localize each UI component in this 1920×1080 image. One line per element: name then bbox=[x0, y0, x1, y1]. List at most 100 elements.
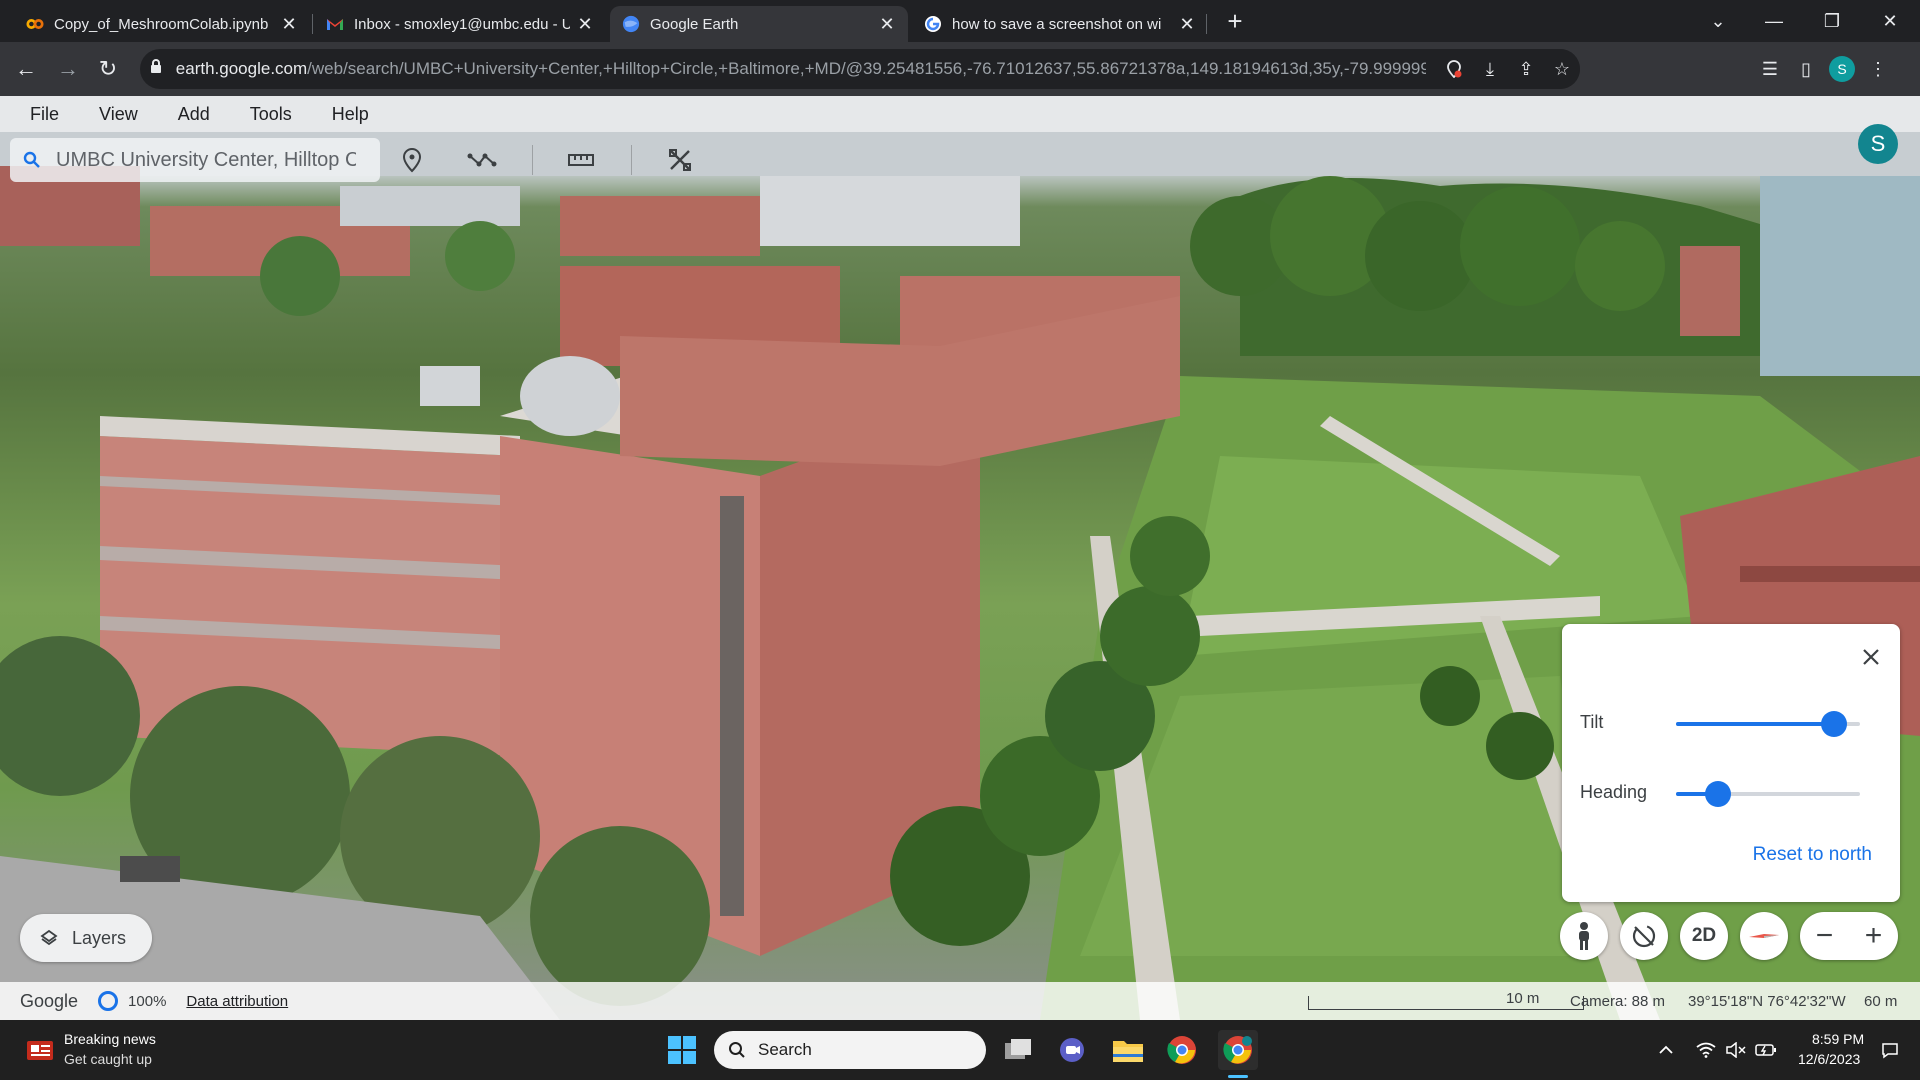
menu-file[interactable]: File bbox=[30, 104, 59, 125]
address-bar[interactable]: earth.google.com/web/search/UMBC+Univers… bbox=[140, 49, 1580, 89]
tilt-toggle-button[interactable] bbox=[1620, 912, 1668, 960]
zoom-controls: − + bbox=[1800, 912, 1898, 960]
reload-button[interactable]: ↻ bbox=[94, 55, 122, 83]
tilt-slider-handle[interactable] bbox=[1821, 711, 1848, 737]
teams-chat-icon[interactable] bbox=[1052, 1030, 1092, 1070]
chrome-icon[interactable] bbox=[1162, 1030, 1202, 1070]
scale-bar bbox=[1308, 996, 1584, 1010]
install-app-icon[interactable]: ⤓ bbox=[1472, 51, 1508, 87]
earth-profile-avatar[interactable]: S bbox=[1858, 124, 1898, 164]
tab-colab[interactable]: Copy_of_MeshroomColab.ipynb ✕ bbox=[14, 6, 310, 42]
compass-button[interactable] bbox=[1740, 912, 1788, 960]
heading-slider-handle[interactable] bbox=[1705, 781, 1732, 807]
earth-toolbar bbox=[392, 140, 730, 180]
chrome-profile-active-icon[interactable] bbox=[1218, 1030, 1258, 1070]
notifications-icon[interactable] bbox=[1870, 1030, 1910, 1070]
search-icon[interactable] bbox=[10, 151, 54, 169]
earth-search-box bbox=[10, 138, 380, 182]
bookmark-star-icon[interactable]: ☆ bbox=[1544, 51, 1580, 87]
browser-tab-strip: Copy_of_MeshroomColab.ipynb ✕ Inbox - sm… bbox=[0, 0, 1920, 42]
task-view-icon[interactable] bbox=[998, 1030, 1038, 1070]
tab-google-search[interactable]: how to save a screenshot on wi ✕ bbox=[912, 6, 1208, 42]
menu-add[interactable]: Add bbox=[178, 104, 210, 125]
view-2d-button[interactable]: 2D bbox=[1680, 912, 1728, 960]
search-input[interactable] bbox=[54, 147, 358, 173]
menu-tools[interactable]: Tools bbox=[250, 104, 292, 125]
news-subtitle: Get caught up bbox=[64, 1051, 152, 1067]
media-controls-icon[interactable]: ☰ bbox=[1752, 51, 1788, 87]
layers-button[interactable]: Layers bbox=[20, 914, 152, 962]
active-app-indicator bbox=[1228, 1075, 1248, 1078]
measure-ruler-icon[interactable] bbox=[561, 140, 601, 180]
menu-help[interactable]: Help bbox=[332, 104, 369, 125]
elevation: 60 m bbox=[1864, 993, 1898, 1010]
tab-search-chevron-icon[interactable]: ⌄ bbox=[1694, 0, 1742, 42]
close-tab-icon[interactable]: ✕ bbox=[878, 14, 896, 35]
google-logo: Google bbox=[20, 990, 79, 1011]
side-panel-icon[interactable]: ▯ bbox=[1788, 51, 1824, 87]
file-explorer-icon[interactable] bbox=[1108, 1030, 1148, 1070]
windows-start-icon[interactable] bbox=[662, 1030, 702, 1070]
profile-avatar: S bbox=[1829, 56, 1855, 82]
heading-label: Heading bbox=[1580, 782, 1648, 802]
tab-divider bbox=[312, 14, 313, 34]
close-tab-icon[interactable]: ✕ bbox=[280, 14, 298, 35]
tilt-heading-panel: Tilt Heading Reset to north bbox=[1562, 624, 1900, 902]
close-window-button[interactable]: ✕ bbox=[1866, 0, 1914, 42]
tilt-label: Tilt bbox=[1580, 712, 1604, 732]
cursor-coordinates: 39°15'18"N 76°42'32"W bbox=[1688, 993, 1846, 1010]
zoom-out-button[interactable]: − bbox=[1800, 912, 1849, 960]
back-button[interactable]: ← bbox=[12, 55, 40, 83]
tilt-slider[interactable] bbox=[1676, 711, 1860, 737]
pegman-street-view-button[interactable] bbox=[1560, 912, 1608, 960]
data-attribution-link[interactable]: Data attribution bbox=[186, 993, 288, 1010]
load-percentage: 100% bbox=[128, 992, 167, 1010]
tilt-tools-icon[interactable] bbox=[660, 140, 700, 180]
close-tab-icon[interactable]: ✕ bbox=[576, 14, 594, 35]
chevron-up-icon[interactable] bbox=[1646, 1030, 1686, 1070]
layers-icon bbox=[40, 929, 58, 947]
tab-google-earth[interactable]: Google Earth ✕ bbox=[610, 6, 908, 42]
add-placemark-icon[interactable] bbox=[392, 140, 432, 180]
more-options-icon[interactable]: ⋮ bbox=[1860, 51, 1896, 87]
layers-label: Layers bbox=[72, 927, 127, 948]
restore-button[interactable]: ❐ bbox=[1808, 0, 1856, 42]
tab-title: Inbox - smoxley1@umbc.edu - U bbox=[354, 15, 570, 33]
clock-time[interactable]: 8:59 PM bbox=[1812, 1031, 1864, 1047]
earth-menu-bar: File View Add Tools Help bbox=[0, 96, 1920, 132]
heading-slider[interactable] bbox=[1676, 781, 1860, 807]
location-blocked-icon[interactable] bbox=[1436, 51, 1472, 87]
clock-date[interactable]: 12/6/2023 bbox=[1798, 1051, 1860, 1067]
news-widget-icon[interactable] bbox=[20, 1030, 60, 1070]
tab-title: how to save a screenshot on wi bbox=[952, 15, 1162, 33]
earth-status-bar: Google 100% Data attribution 10 m Camera… bbox=[0, 982, 1920, 1020]
gmail-icon bbox=[326, 15, 344, 33]
reset-to-north-button[interactable]: Reset to north bbox=[1753, 844, 1872, 866]
minimize-button[interactable]: — bbox=[1750, 0, 1798, 42]
tab-title: Google Earth bbox=[650, 15, 739, 33]
camera-altitude: Camera: 88 m bbox=[1570, 993, 1666, 1010]
draw-path-icon[interactable] bbox=[462, 140, 502, 180]
new-tab-button[interactable]: + bbox=[1222, 8, 1248, 34]
news-title[interactable]: Breaking news bbox=[64, 1031, 156, 1047]
toolbar-right: ☰ ▯ S ⋮ bbox=[1752, 51, 1896, 87]
menu-view[interactable]: View bbox=[99, 104, 138, 125]
battery-icon[interactable] bbox=[1746, 1030, 1786, 1070]
omnibox-actions: ⤓ ⇪ ☆ bbox=[1426, 49, 1580, 89]
tab-gmail[interactable]: Inbox - smoxley1@umbc.edu - U ✕ bbox=[314, 6, 606, 42]
close-icon[interactable] bbox=[1858, 644, 1884, 670]
google-icon bbox=[924, 15, 942, 33]
share-icon[interactable]: ⇪ bbox=[1508, 51, 1544, 87]
colab-icon bbox=[26, 15, 44, 33]
earth-icon bbox=[622, 15, 640, 33]
toolbar-divider bbox=[532, 145, 533, 175]
windows-search-label: Search bbox=[758, 1040, 812, 1059]
lock-icon bbox=[150, 59, 168, 79]
forward-button[interactable]: → bbox=[54, 55, 82, 83]
search-icon bbox=[728, 1041, 746, 1059]
zoom-in-button[interactable]: + bbox=[1849, 912, 1898, 960]
tab-title: Copy_of_MeshroomColab.ipynb bbox=[54, 15, 269, 33]
profile-button[interactable]: S bbox=[1824, 51, 1860, 87]
windows-search-box[interactable]: Search bbox=[714, 1031, 986, 1069]
close-tab-icon[interactable]: ✕ bbox=[1178, 14, 1196, 35]
